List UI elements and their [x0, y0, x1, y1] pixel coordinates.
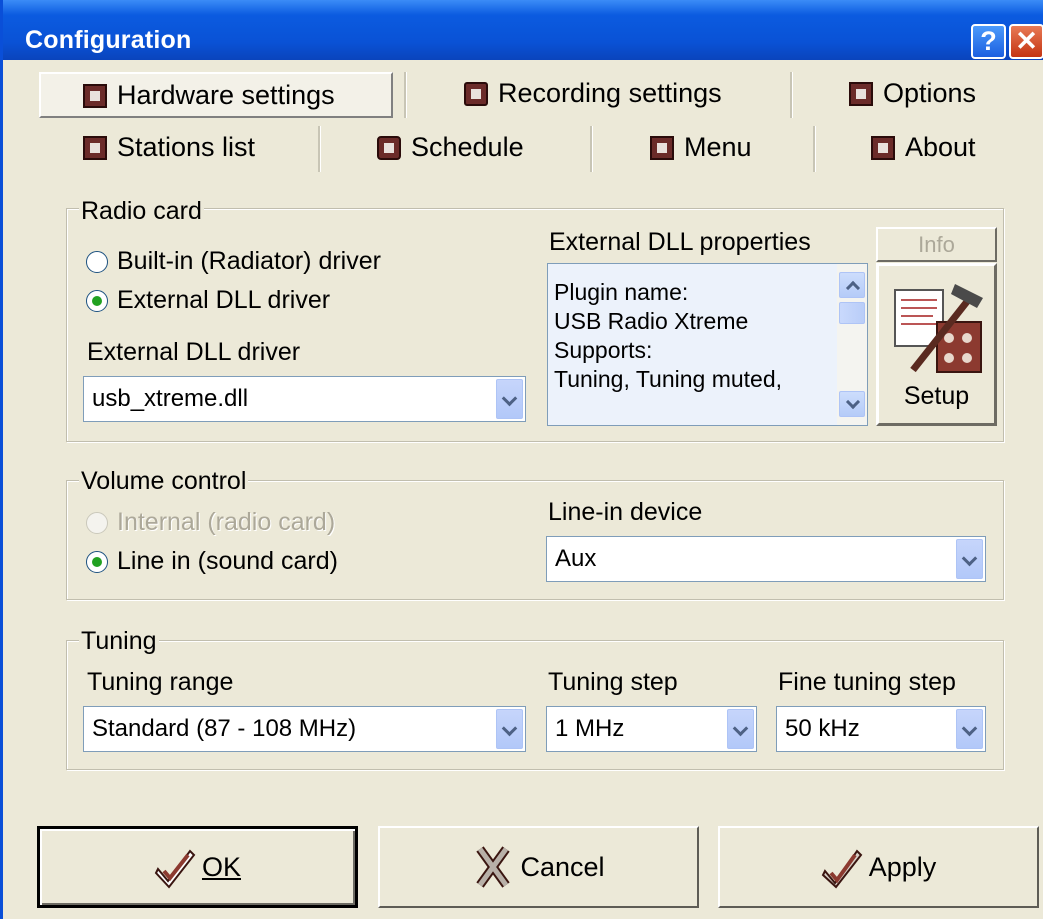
internal-radio[interactable] [86, 512, 108, 534]
chevron-down-icon[interactable] [956, 709, 983, 749]
tab-separator [813, 126, 816, 172]
scroll-thumb[interactable] [839, 302, 865, 324]
tab-options[interactable]: Options [849, 78, 976, 109]
dll-driver-select[interactable]: usb_xtreme.dll [83, 376, 526, 422]
tab-schedule[interactable]: Schedule [377, 132, 524, 163]
tab-label: Recording settings [498, 78, 722, 108]
scroll-down-icon[interactable] [839, 391, 865, 417]
line-in-device-label: Line-in device [548, 498, 703, 526]
ok-button[interactable]: OK [37, 826, 358, 908]
window-title: Configuration [25, 26, 192, 54]
cancel-label: Cancel [520, 851, 605, 882]
cross-icon [476, 846, 511, 888]
chevron-down-icon[interactable] [956, 539, 983, 579]
external-dll-label[interactable]: External DLL driver [117, 286, 330, 315]
chevron-down-icon[interactable] [496, 709, 523, 749]
tab-hardware-settings[interactable]: Hardware settings [83, 80, 335, 111]
dll-properties-textbox[interactable]: Plugin name: USB Radio Xtreme Supports: … [547, 263, 868, 426]
line-in-label[interactable]: Line in (sound card) [117, 547, 338, 576]
apply-label: Apply [868, 851, 937, 882]
dll-properties-lines: Plugin name: USB Radio Xtreme Supports: … [554, 278, 782, 394]
vertical-scrollbar[interactable] [837, 264, 867, 425]
dll-driver-value: usb_xtreme.dll [92, 385, 249, 412]
tuning-step-value: 1 MHz [555, 715, 625, 742]
chevron-down-icon[interactable] [496, 379, 523, 419]
tab-label: Hardware settings [117, 80, 335, 110]
tuning-step-select[interactable]: 1 MHz [546, 706, 757, 752]
tab-menu[interactable]: Menu [650, 132, 752, 163]
checkmark-icon [154, 849, 196, 889]
radio-card-group-label: Radio card [79, 197, 204, 226]
fine-tuning-step-value: 50 kHz [785, 715, 860, 742]
chevron-down-icon[interactable] [727, 709, 754, 749]
volume-control-group-label: Volume control [79, 467, 249, 496]
tab-separator [590, 126, 593, 172]
menu-icon [650, 135, 674, 160]
signal-icon [83, 135, 107, 160]
property-line: Tuning, Tuning muted, [554, 366, 783, 392]
record-icon [464, 81, 488, 106]
help-button[interactable]: ? [971, 24, 1006, 59]
scroll-up-icon[interactable] [839, 272, 865, 298]
tab-stations-list[interactable]: Stations list [83, 132, 255, 163]
tab-label: About [905, 132, 976, 162]
checkmark-icon [821, 849, 863, 889]
tab-separator [790, 72, 793, 118]
tab-label: Menu [684, 132, 752, 162]
property-line: USB Radio Xtreme [554, 308, 749, 334]
tuning-range-label: Tuning range [87, 668, 234, 696]
dll-properties-label: External DLL properties [549, 228, 811, 256]
title-bar[interactable]: Configuration ? ✕ [3, 0, 1043, 60]
close-button[interactable]: ✕ [1009, 24, 1043, 59]
cancel-button[interactable]: Cancel [378, 826, 699, 908]
internal-label: Internal (radio card) [117, 508, 336, 536]
tab-recording-settings[interactable]: Recording settings [464, 78, 722, 109]
setup-label: Setup [903, 382, 970, 410]
property-line: Plugin name: [554, 279, 689, 305]
tuning-group-label: Tuning [79, 627, 159, 656]
line-in-radio[interactable] [86, 551, 108, 573]
builtin-driver-label[interactable]: Built-in (Radiator) driver [117, 247, 381, 276]
tab-label: Options [883, 78, 977, 108]
fine-tuning-step-select[interactable]: 50 kHz [776, 706, 986, 752]
tab-separator [318, 126, 321, 172]
property-line: Supports: [554, 337, 653, 363]
broadcast-icon [871, 135, 895, 160]
apply-button[interactable]: Apply [718, 826, 1039, 908]
setup-button[interactable]: Setup [876, 263, 997, 426]
external-dll-radio[interactable] [86, 290, 108, 312]
tuning-range-select[interactable]: Standard (87 - 108 MHz) [83, 706, 526, 752]
plug-icon [83, 83, 107, 108]
fine-tuning-step-label: Fine tuning step [778, 668, 956, 696]
tab-separator [404, 72, 407, 118]
info-button[interactable]: Info [876, 227, 997, 262]
configuration-window: Configuration ? ✕ Hardware settings Reco… [0, 0, 1043, 919]
line-in-device-select[interactable]: Aux [546, 536, 986, 582]
dll-driver-label: External DLL driver [87, 338, 301, 366]
setup-tools-icon [894, 284, 983, 373]
builtin-driver-radio[interactable] [86, 251, 108, 273]
tuning-range-value: Standard (87 - 108 MHz) [92, 715, 357, 742]
tab-about[interactable]: About [871, 132, 976, 163]
tuning-step-label: Tuning step [548, 668, 678, 696]
tab-label: Schedule [411, 132, 524, 162]
monitor-icon [849, 81, 873, 106]
ok-label: OK [201, 851, 241, 882]
clock-icon [377, 135, 401, 160]
tab-label: Stations list [117, 132, 256, 162]
line-in-device-value: Aux [555, 545, 597, 572]
